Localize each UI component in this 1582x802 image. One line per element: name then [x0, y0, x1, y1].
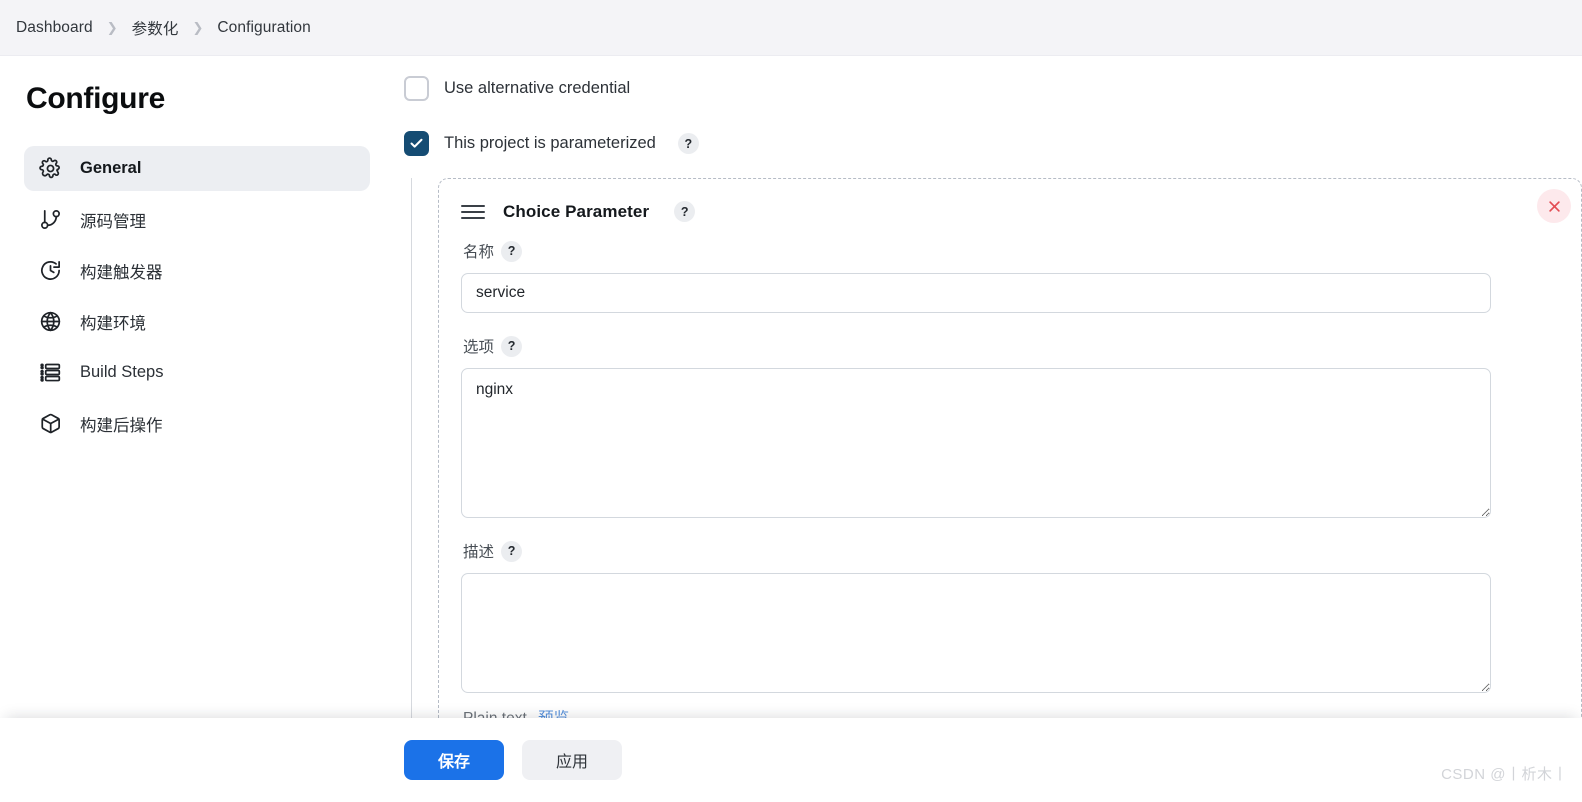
- drag-handle-icon[interactable]: [461, 203, 485, 221]
- sidebar-item-build-steps[interactable]: Build Steps: [24, 350, 370, 395]
- sidebar-item-general[interactable]: General: [24, 146, 370, 191]
- gear-icon: [38, 156, 63, 181]
- name-field-label: 名称 ?: [463, 240, 1559, 262]
- breadcrumb: Dashboard ❯ 参数化 ❯ Configuration: [0, 0, 1582, 56]
- page-title: Configure: [26, 82, 165, 115]
- indent-guide-line: [411, 178, 412, 761]
- description-label-text: 描述: [463, 544, 495, 561]
- description-field-block: 描述 ? Plain text 预览: [461, 540, 1559, 728]
- help-icon[interactable]: ?: [677, 133, 699, 154]
- options-label-text: 选项: [463, 339, 495, 356]
- page-body: Configure General 源码管理 构建触发器 构建环境 Build …: [0, 56, 1582, 802]
- name-field-block: 名称 ?: [461, 240, 1559, 313]
- checkbox-row-use-alternative-credential: Use alternative credential: [404, 76, 1582, 101]
- parameter-type-title: Choice Parameter: [503, 201, 650, 221]
- help-icon[interactable]: ?: [501, 335, 523, 357]
- delete-parameter-button[interactable]: [1537, 189, 1571, 223]
- options-field-block: 选项 ?: [461, 335, 1559, 518]
- form-footer-bar: 保存 应用: [0, 718, 1582, 802]
- options-field-label: 选项 ?: [463, 335, 1559, 357]
- parameter-panel-header: Choice Parameter ?: [461, 201, 1559, 222]
- parameters-section: Choice Parameter ? 名称 ? service 选项 ? ngi…: [411, 178, 1582, 761]
- sidebar-item-label: 构建环境: [80, 314, 146, 333]
- sidebar-item-label: Build Steps: [80, 363, 164, 381]
- use-alternative-credential-checkbox[interactable]: [404, 76, 429, 101]
- sidebar-item-build-environment[interactable]: 构建环境: [24, 299, 370, 344]
- breadcrumb-item-configuration[interactable]: Configuration: [215, 17, 313, 39]
- use-alternative-credential-label: Use alternative credential: [444, 79, 631, 97]
- sidebar: Configure General 源码管理 构建触发器 构建环境 Build …: [0, 56, 395, 802]
- parameter-name-input[interactable]: [461, 273, 1491, 313]
- sidebar-item-post-build-actions[interactable]: 构建后操作: [24, 401, 370, 446]
- sidebar-item-label: 源码管理: [80, 212, 146, 231]
- help-icon[interactable]: ?: [674, 201, 696, 222]
- main-content: Use alternative credential This project …: [395, 56, 1582, 802]
- breadcrumb-item-dashboard[interactable]: Dashboard: [14, 17, 95, 39]
- list-icon: [38, 360, 63, 385]
- package-icon: [38, 411, 63, 436]
- apply-button[interactable]: 应用: [522, 740, 622, 780]
- sidebar-item-source-code-management[interactable]: 源码管理: [24, 197, 370, 242]
- breadcrumb-separator-icon: ❯: [192, 19, 204, 35]
- clock-icon: [38, 258, 63, 283]
- parameter-options-textarea[interactable]: [461, 368, 1491, 518]
- breadcrumb-item-project[interactable]: 参数化: [130, 15, 181, 41]
- breadcrumb-separator-icon: ❯: [106, 19, 118, 35]
- name-label-text: 名称: [463, 244, 495, 261]
- checkbox-row-project-parameterized: This project is parameterized ?: [404, 131, 1582, 156]
- sidebar-item-label: 构建后操作: [80, 416, 163, 435]
- parameter-description-textarea[interactable]: [461, 573, 1491, 693]
- sidebar-item-label: General: [80, 159, 142, 177]
- help-icon[interactable]: ?: [501, 540, 523, 562]
- watermark: CSDN @丨析木丨: [1441, 766, 1568, 783]
- git-branch-icon: [38, 207, 63, 232]
- project-parameterized-checkbox[interactable]: [404, 131, 429, 156]
- save-button[interactable]: 保存: [404, 740, 504, 780]
- description-field-label: 描述 ?: [463, 540, 1559, 562]
- globe-icon: [38, 309, 63, 334]
- sidebar-item-build-triggers[interactable]: 构建触发器: [24, 248, 370, 293]
- sidebar-item-label: 构建触发器: [80, 263, 163, 282]
- help-icon[interactable]: ?: [501, 240, 523, 262]
- project-parameterized-label: This project is parameterized: [444, 134, 656, 152]
- choice-parameter-panel: Choice Parameter ? 名称 ? service 选项 ? ngi…: [438, 178, 1582, 731]
